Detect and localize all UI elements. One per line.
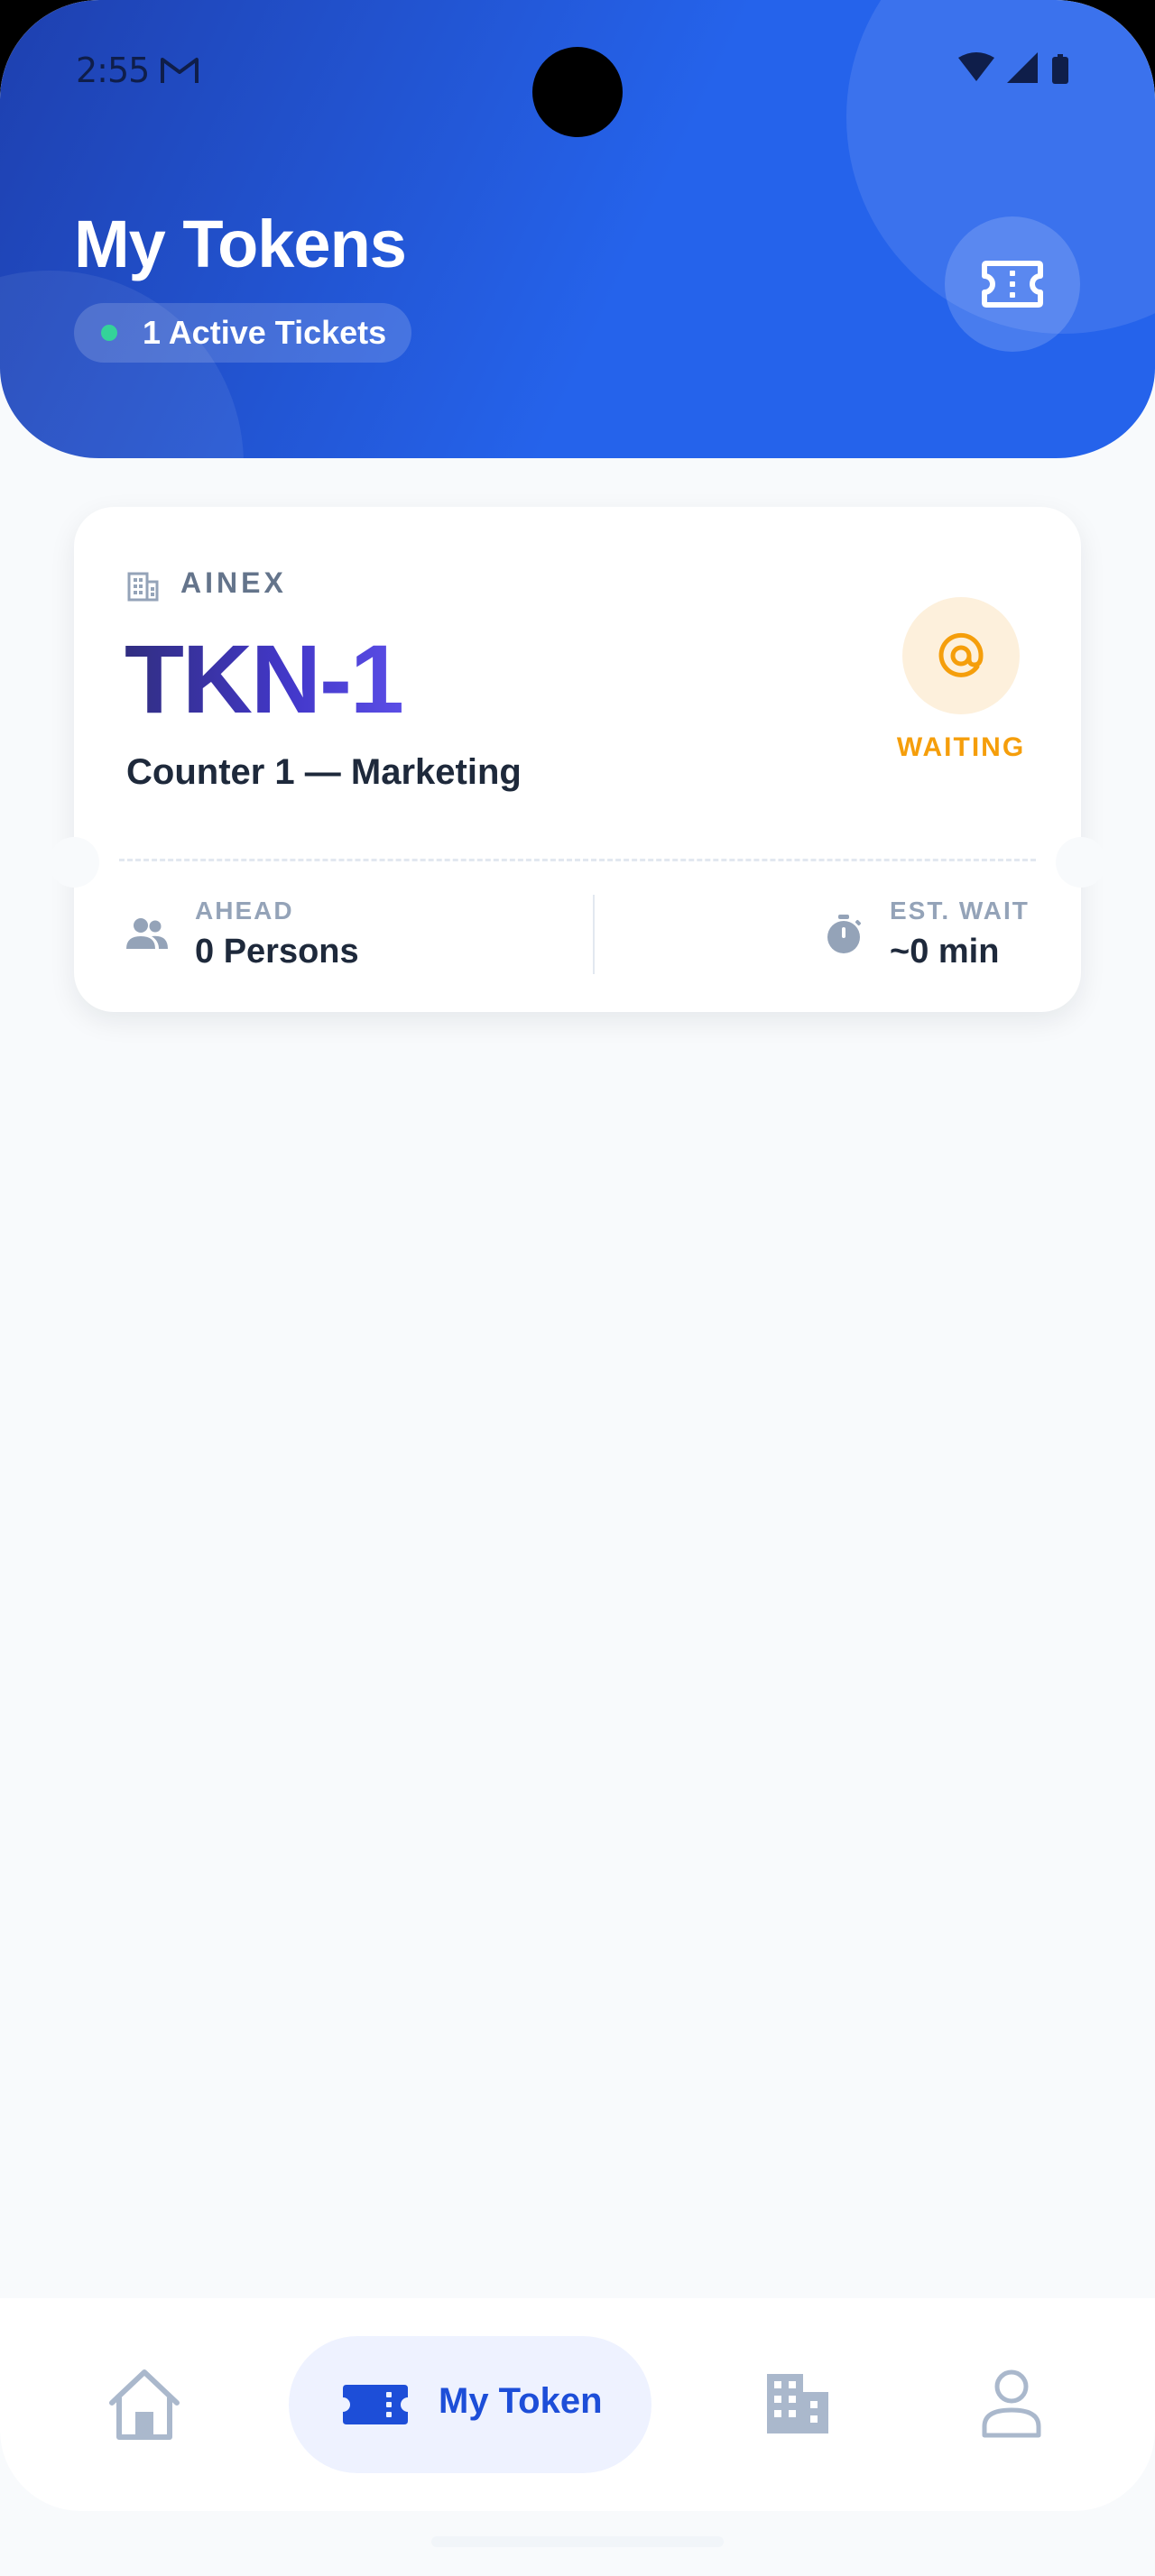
counter-name: Counter 1 — Marketing xyxy=(126,752,522,792)
status-bar-time: 2:55 xyxy=(76,51,150,90)
app-screen: 2:55 My Tokens 1 Active Tickets AINEX TK… xyxy=(0,0,1155,2576)
ticket-divider xyxy=(119,859,1036,861)
building-icon[interactable] xyxy=(765,2370,830,2435)
active-dot xyxy=(101,325,117,341)
header: 2:55 My Tokens 1 Active Tickets xyxy=(0,0,1155,458)
gmail-icon xyxy=(161,58,199,83)
nav-item-my-token-label: My Token xyxy=(439,2381,603,2421)
active-tickets-badge: 1 Active Tickets xyxy=(74,303,412,363)
signal-icon xyxy=(1007,52,1038,83)
ticket-icon xyxy=(982,261,1043,308)
status-indicator xyxy=(902,597,1020,714)
home-icon[interactable] xyxy=(105,2367,184,2441)
ticket-notch-left xyxy=(49,837,99,888)
decorative-circle xyxy=(0,271,244,458)
status-icons xyxy=(958,52,1068,84)
active-tickets-label: 1 Active Tickets xyxy=(143,314,387,351)
ticket-button[interactable] xyxy=(945,216,1080,352)
token-card[interactable]: AINEX TKN-1 Counter 1 — Marketing WAITIN… xyxy=(49,507,1106,1012)
ahead-label: AHEAD xyxy=(195,897,294,925)
stat-divider xyxy=(593,895,595,974)
target-icon xyxy=(938,632,984,677)
est-wait-label: EST. WAIT xyxy=(890,897,1030,925)
battery-icon xyxy=(1052,54,1068,84)
token-number: TKN-1 xyxy=(125,621,404,738)
page-title: My Tokens xyxy=(74,207,407,281)
wifi-icon xyxy=(958,52,994,81)
building-icon xyxy=(127,572,159,602)
status-label: WAITING xyxy=(896,732,1026,762)
home-indicator[interactable] xyxy=(431,2536,724,2547)
person-icon[interactable] xyxy=(980,2367,1043,2439)
organization-name: AINEX xyxy=(180,566,287,599)
ahead-value: 0 Persons xyxy=(195,933,359,971)
ticket-notch-right xyxy=(1056,837,1106,888)
est-wait-value: ~0 min xyxy=(890,933,1000,971)
people-icon xyxy=(126,918,168,949)
camera-cutout xyxy=(532,47,623,137)
ticket-icon xyxy=(343,2385,408,2424)
timer-icon xyxy=(827,915,862,953)
bottom-navigation: My Token xyxy=(0,2298,1155,2511)
